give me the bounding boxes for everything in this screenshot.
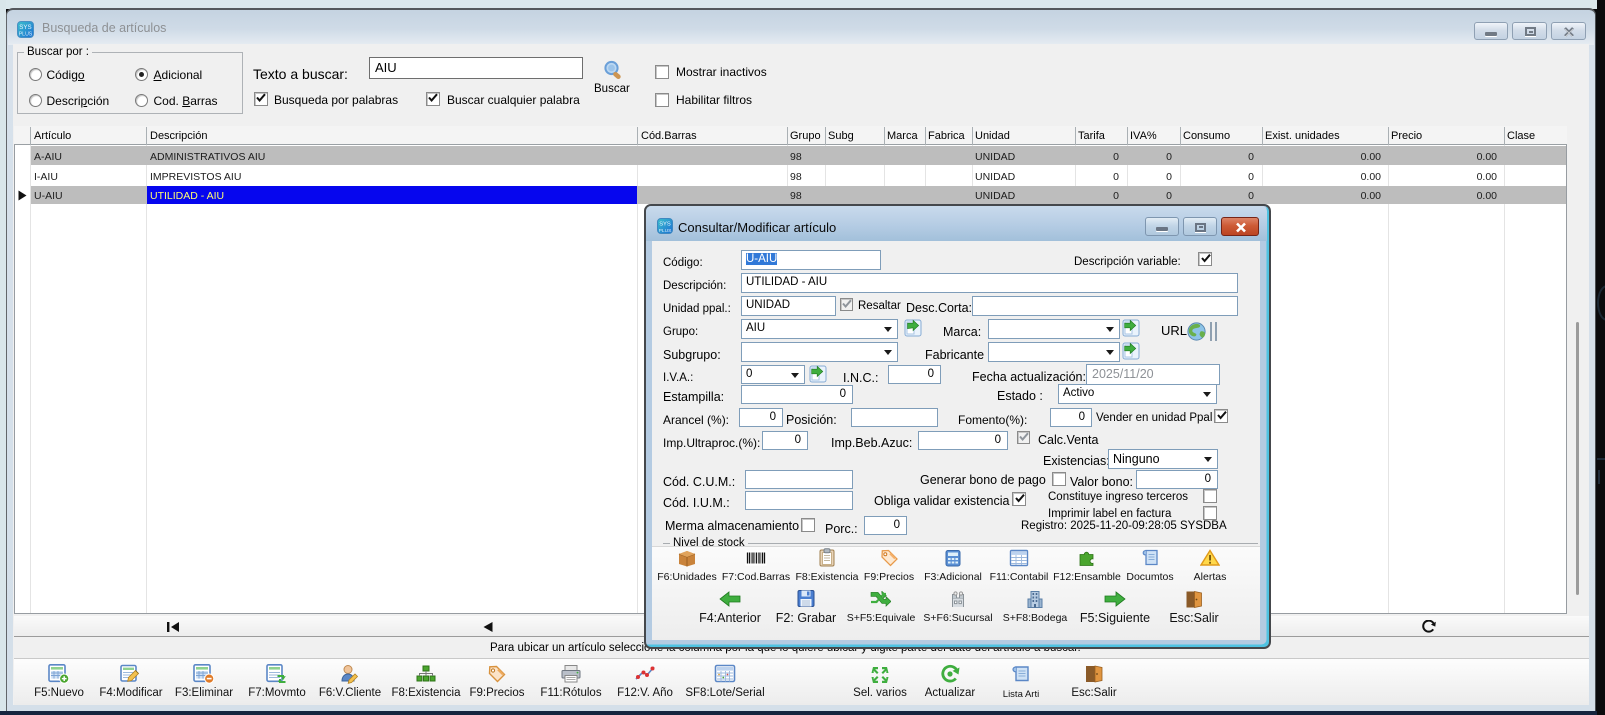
svg-text:PLUS: PLUS (19, 32, 33, 38)
svg-text:SYS: SYS (19, 24, 31, 31)
svg-text:SYS: SYS (659, 222, 671, 228)
svg-text:PLUS: PLUS (659, 228, 673, 234)
